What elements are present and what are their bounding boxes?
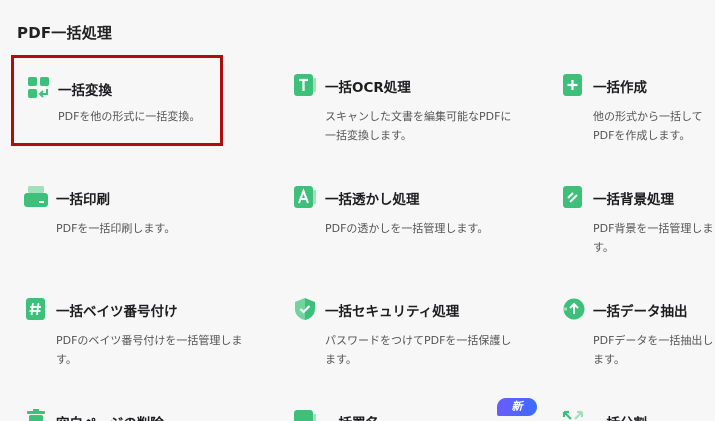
card-batch-watermark[interactable]: 一括透かし処理 PDFの透かしを一括管理します。 [280, 167, 520, 267]
card-desc: PDFの透かしを一括管理します。 [325, 222, 489, 235]
card-desc: 他の形式から一括してPDFを作成します。 [593, 110, 703, 142]
card-batch-sign[interactable]: 一括署名 [280, 391, 520, 421]
card-title: 一括作成 [593, 80, 647, 96]
card-batch-security[interactable]: 一括セキュリティ処理 パスワードをつけてPDFを一括保護します。 [280, 279, 520, 379]
card-desc: PDFを他の形式に一括変換。 [58, 110, 201, 123]
card-batch-convert[interactable]: 一括変換 PDFを他の形式に一括変換。 [11, 55, 223, 146]
watermark-icon [293, 185, 317, 209]
card-title: 空白ページの削除 [56, 412, 164, 421]
sign-icon [293, 409, 317, 421]
card-delete-blank-pages[interactable]: 空白ページの削除 [11, 391, 251, 421]
shield-icon [293, 297, 317, 321]
card-desc: スキャンした文書を編集可能なPDFに一括変換します。 [325, 110, 512, 142]
card-desc: パスワードをつけてPDFを一括保護します。 [325, 334, 512, 366]
card-batch-extract[interactable]: 一括データ抽出 PDFデータを一括抽出します。 [548, 279, 715, 379]
card-title: 一括分割 [593, 412, 647, 421]
card-batch-create[interactable]: 一括作成 他の形式から一括してPDFを作成します。 [548, 55, 715, 155]
card-desc: PDFデータを一括抽出します。 [593, 334, 714, 366]
card-batch-ocr[interactable]: 一括OCR処理 スキャンした文書を編集可能なPDFに一括変換します。 [280, 55, 520, 155]
card-desc: PDFのベイツ番号付けを一括管理します。 [56, 334, 243, 366]
bates-number-icon [24, 297, 48, 321]
card-title: 一括ベイツ番号付け [56, 304, 178, 320]
extract-icon [561, 297, 585, 321]
card-title: 一括署名 [325, 412, 379, 421]
card-title: 一括OCR処理 [325, 80, 411, 96]
card-batch-print[interactable]: 一括印刷 PDFを一括印刷します。 [11, 167, 251, 267]
new-badge: 新 [497, 398, 537, 416]
card-desc: PDFを一括印刷します。 [56, 222, 176, 235]
card-title: 一括印刷 [56, 192, 110, 208]
card-desc: PDF背景を一括管理します。 [593, 222, 714, 254]
convert-icon [27, 76, 51, 100]
card-title: 一括変換 [58, 83, 112, 99]
background-icon [561, 185, 585, 209]
ocr-icon [293, 73, 317, 97]
print-icon [24, 185, 48, 209]
card-title: 一括背景処理 [593, 192, 674, 208]
trash-icon [24, 409, 48, 421]
card-title: 一括データ抽出 [593, 304, 688, 320]
card-title: 一括セキュリティ処理 [325, 304, 460, 320]
create-icon [561, 73, 585, 97]
card-batch-bates[interactable]: 一括ベイツ番号付け PDFのベイツ番号付けを一括管理します。 [11, 279, 251, 379]
card-batch-split[interactable]: 一括分割 [548, 391, 715, 421]
split-icon [561, 409, 585, 421]
page-title: PDF一括処理 [17, 24, 113, 42]
card-batch-background[interactable]: 一括背景処理 PDF背景を一括管理します。 [548, 167, 715, 267]
card-title: 一括透かし処理 [325, 192, 420, 208]
